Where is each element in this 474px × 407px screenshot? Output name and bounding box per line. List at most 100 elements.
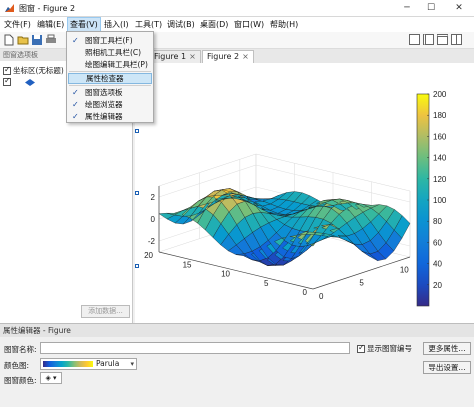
surface-plot[interactable]: 051005101520-202 20406080100120140160180… <box>135 63 474 323</box>
y-tick-label: 10 <box>221 270 230 279</box>
menu-edit[interactable]: 编辑(E) <box>35 17 66 32</box>
matlab-icon <box>4 3 15 14</box>
save-icon[interactable] <box>31 34 43 46</box>
colorbar: 20 40 60 80 100 120 140 160 180 200 <box>416 90 447 307</box>
close-button[interactable]: ✕ <box>448 0 470 16</box>
menu-item-label: 图窗工具栏(F) <box>85 36 133 45</box>
colorbar-tick-label: 120 <box>433 175 447 184</box>
menu-item-label: 图窗选项板 <box>85 88 123 97</box>
layout-vertical-button[interactable] <box>423 34 434 45</box>
menu-item-label: 绘图浏览器 <box>85 100 123 109</box>
menu-tools[interactable]: 工具(T) <box>133 17 164 32</box>
figure-name-input[interactable] <box>40 342 350 354</box>
colormap-label: 颜色图: <box>4 361 30 370</box>
menu-bar: 文件(F) 编辑(E) 查看(V) 插入(I) 工具(T) 调试(B) 桌面(D… <box>0 17 474 32</box>
layout-grid-button[interactable] <box>451 34 462 45</box>
menu-desktop[interactable]: 桌面(D) <box>198 17 230 32</box>
export-settings-button[interactable]: 导出设置... <box>423 361 471 374</box>
menu-item-figure-palette[interactable]: ✓ 图窗选项板 <box>68 87 152 98</box>
colormap-select[interactable]: Parula ▾ <box>40 358 137 370</box>
colorbar-tick-label: 60 <box>433 238 442 247</box>
resize-handle[interactable] <box>135 191 139 195</box>
tree-item-surface[interactable]: ✓ <box>3 76 36 87</box>
menu-item-plot-edit-toolbar[interactable]: 绘图编辑工具栏(P) <box>68 59 152 70</box>
colorbar-tick-label: 140 <box>433 154 447 163</box>
minimize-button[interactable]: ─ <box>396 0 418 16</box>
axes-checkbox[interactable]: ✓ <box>3 65 11 75</box>
z-tick-label: 2 <box>151 193 156 202</box>
tab-figure-1[interactable]: Figure 1 × <box>149 50 201 63</box>
y-tick-label: 0 <box>303 288 308 297</box>
colorbar-tick-label: 180 <box>433 111 447 120</box>
property-editor-panel: 属性编辑器 - Figure 图窗名称: ✓ 显示图窗编号 更多属性... 颜色图… <box>0 323 474 407</box>
open-folder-icon[interactable] <box>17 34 29 46</box>
close-icon[interactable]: × <box>189 52 196 61</box>
resize-handle[interactable] <box>135 129 139 133</box>
menu-debug[interactable]: 调试(B) <box>165 17 197 32</box>
menu-insert[interactable]: 插入(I) <box>102 17 131 32</box>
add-data-button: 添加数据... <box>81 305 130 318</box>
layout-single-button[interactable] <box>409 34 420 45</box>
menu-item-plot-browser[interactable]: ✓ 绘图浏览器 <box>68 99 152 110</box>
x-tick-label: 10 <box>400 265 409 274</box>
colorbar-tick-label: 160 <box>433 132 447 141</box>
show-number-checkbox[interactable]: ✓ <box>357 343 365 353</box>
new-file-icon[interactable] <box>3 34 15 46</box>
menu-separator <box>69 71 151 72</box>
y-tick-label: 15 <box>183 260 192 269</box>
colorbar-tick-label: 20 <box>433 281 442 290</box>
resize-handle[interactable] <box>135 264 139 268</box>
maximize-button[interactable]: ☐ <box>420 0 442 16</box>
menu-item-label: 属性检查器 <box>86 74 124 83</box>
menu-window[interactable]: 窗口(W) <box>232 17 266 32</box>
paint-bucket-icon: ◈ ▾ <box>45 374 57 382</box>
menu-item-label: 绘图编辑工具栏(P) <box>85 60 148 69</box>
figure-color-label: 图窗颜色: <box>4 376 37 385</box>
check-icon: ✓ <box>72 100 79 109</box>
tab-strip: Figure 1 × Figure 2 × <box>135 49 474 63</box>
menu-separator <box>69 85 151 86</box>
menu-file[interactable]: 文件(F) <box>2 17 33 32</box>
tab-label: Figure 1 <box>154 52 187 61</box>
menu-item-figure-toolbar[interactable]: ✓ 图窗工具栏(F) <box>68 35 152 46</box>
check-icon: ✓ <box>72 36 79 45</box>
y-tick-label: 5 <box>264 279 269 288</box>
surface-checkbox[interactable]: ✓ <box>3 76 11 86</box>
colorbar-tick-label: 100 <box>433 196 447 205</box>
close-icon[interactable]: × <box>242 52 249 61</box>
surface-icon <box>25 78 36 86</box>
menu-item-property-inspector[interactable]: 属性检查器 <box>68 73 152 84</box>
view-menu-dropdown: ✓ 图窗工具栏(F) 照相机工具栏(C) 绘图编辑工具栏(P) 属性检查器 ✓ 图窗… <box>66 31 154 123</box>
show-number-label: 显示图窗编号 <box>367 344 412 353</box>
window-title: 图窗 - Figure 2 <box>19 4 76 13</box>
menu-item-label: 属性编辑器 <box>85 112 123 121</box>
menu-item-label: 照相机工具栏(C) <box>85 48 142 57</box>
check-icon: ✓ <box>72 112 79 121</box>
tab-figure-2[interactable]: Figure 2 × <box>202 50 254 63</box>
colormap-swatch <box>43 361 93 367</box>
figure-area: Figure 1 × Figure 2 × 0 5 10 0 5 10 15 20 -2 0 2 20 4… <box>135 49 474 323</box>
print-icon[interactable] <box>45 34 57 46</box>
chevron-down-icon: ▾ <box>130 360 134 368</box>
check-icon: ✓ <box>72 88 79 97</box>
z-tick-label: -2 <box>148 237 156 246</box>
colorbar-tick-label: 200 <box>433 90 447 99</box>
layout-horizontal-button[interactable] <box>437 34 448 45</box>
menu-view[interactable]: 查看(V) <box>67 17 101 32</box>
figure-name-label: 图窗名称: <box>4 345 37 354</box>
title-bar: 图窗 - Figure 2 ─ ☐ ✕ <box>0 0 474 17</box>
show-number-option[interactable]: ✓ 显示图窗编号 <box>357 343 412 354</box>
tree-item-axes[interactable]: ✓ 坐标区(无标题) <box>3 65 64 76</box>
colorbar-tick-label: 40 <box>433 260 442 269</box>
more-properties-button[interactable]: 更多属性... <box>423 342 471 355</box>
tab-label: Figure 2 <box>207 52 240 61</box>
menu-item-property-editor[interactable]: ✓ 属性编辑器 <box>68 111 152 122</box>
z-tick-label: 0 <box>151 215 156 224</box>
menu-item-camera-toolbar[interactable]: 照相机工具栏(C) <box>68 47 152 58</box>
property-editor-header: 属性编辑器 - Figure <box>0 324 474 337</box>
menu-help[interactable]: 帮助(H) <box>268 17 300 32</box>
plot-canvas[interactable]: 0 5 10 0 5 10 15 20 -2 0 2 20 40 60 80 100 120 140 160 180… <box>135 63 474 323</box>
y-tick-label: 20 <box>144 251 153 260</box>
x-tick-label: 0 <box>319 292 324 301</box>
figure-color-button[interactable]: ◈ ▾ <box>40 372 62 384</box>
